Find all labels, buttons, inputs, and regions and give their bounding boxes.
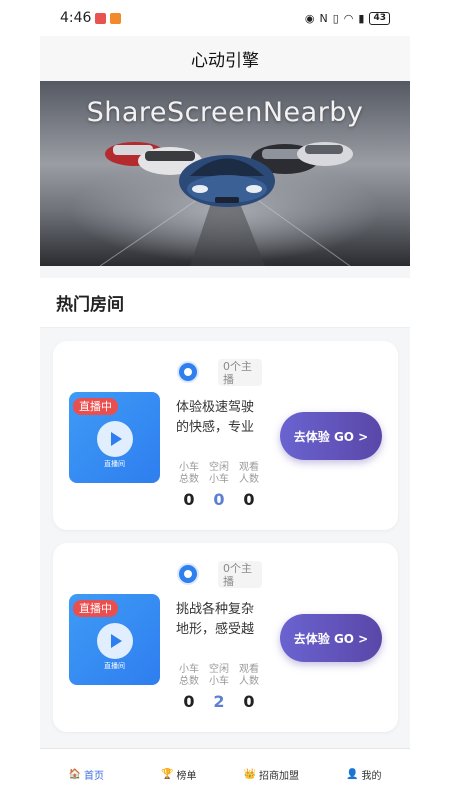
experience-button[interactable]: 去体验 GO > — [280, 614, 382, 662]
thumbnail-label: 直播间 — [104, 662, 125, 670]
room-thumbnail[interactable]: 直播中 直播间 — [69, 594, 160, 685]
trophy-icon: 🏆 — [161, 769, 174, 780]
nfc-icon: N — [319, 11, 328, 25]
home-icon: 🏠 — [68, 769, 81, 780]
battery-icon: 43 — [369, 11, 390, 25]
tab-label: 榜单 — [176, 771, 197, 782]
vibrate-icon: ▯ — [332, 11, 339, 25]
play-icon[interactable] — [97, 421, 133, 457]
stat-label: 空闲小车 — [209, 462, 229, 485]
room-thumbnail[interactable]: 直播中 直播间 — [69, 392, 160, 483]
room-card[interactable]: 直播中 直播间 0个主播 体验极速驾驶的快感，专业 小车总数 0 空闲小车 0 … — [53, 341, 398, 530]
status-time: 4:46 — [60, 10, 92, 26]
room-stats: 小车总数 0 空闲小车 2 观看人数 0 — [176, 664, 262, 711]
room-description: 体验极速驾驶的快感，专业 — [176, 400, 255, 435]
stat-total-cars: 小车总数 0 — [176, 664, 202, 711]
stat-value: 0 — [183, 490, 195, 509]
page-title: 心动引擎 — [191, 51, 259, 71]
stat-label: 空闲小车 — [209, 664, 229, 687]
stat-idle-cars: 空闲小车 0 — [206, 462, 232, 509]
tab-ranking[interactable]: 🏆 榜单 — [133, 749, 226, 800]
room-card[interactable]: 直播中 直播间 0个主播 挑战各种复杂地形，感受越 小车总数 0 空闲小车 2 … — [53, 543, 398, 732]
anchor-avatar-icon — [177, 563, 199, 585]
anchor-avatar-icon — [177, 361, 199, 383]
stat-label: 小车总数 — [179, 664, 199, 687]
stat-idle-cars: 空闲小车 2 — [206, 664, 232, 711]
stat-value: 0 — [243, 490, 255, 509]
anchor-count-tag: 0个主播 — [218, 359, 262, 386]
tab-profile[interactable]: 👤 我的 — [318, 749, 411, 800]
stat-value: 2 — [213, 692, 225, 711]
user-icon: 👤 — [346, 769, 359, 780]
banner-text: ShareScreenNearby — [86, 97, 364, 128]
experience-button[interactable]: 去体验 GO > — [280, 412, 382, 460]
app-notification-icon — [95, 12, 107, 24]
stat-value: 0 — [243, 692, 255, 711]
room-stats: 小车总数 0 空闲小车 0 观看人数 0 — [176, 462, 262, 509]
thumbnail-label: 直播间 — [104, 460, 125, 468]
alert-icon: ▮ — [358, 11, 365, 25]
status-bar: 4:46 ◉ N ▯ ◠ ▮ 43 — [40, 0, 410, 36]
stat-value: 0 — [183, 692, 195, 711]
banner[interactable]: ShareScreenNearby — [40, 81, 410, 266]
stat-viewers: 观看人数 0 — [236, 664, 262, 711]
anchor-count-tag: 0个主播 — [218, 561, 262, 588]
stat-label: 观看人数 — [239, 462, 259, 485]
crown-icon: 👑 — [243, 769, 256, 780]
section-header: 热门房间 — [40, 278, 410, 328]
tab-label: 招商加盟 — [258, 771, 299, 782]
live-badge: 直播中 — [73, 398, 118, 415]
stat-value: 0 — [213, 490, 225, 509]
eye-icon: ◉ — [304, 11, 315, 25]
stat-viewers: 观看人数 0 — [236, 462, 262, 509]
play-icon[interactable] — [97, 623, 133, 659]
tab-label: 首页 — [83, 771, 104, 782]
room-description: 挑战各种复杂地形，感受越 — [176, 602, 255, 637]
stat-label: 小车总数 — [179, 462, 199, 485]
section-title: 热门房间 — [56, 295, 124, 315]
tab-label: 我的 — [361, 771, 382, 782]
live-badge: 直播中 — [73, 600, 118, 617]
stat-total-cars: 小车总数 0 — [176, 462, 202, 509]
app-notification-icon — [110, 12, 122, 24]
wifi-icon: ◠ — [343, 11, 354, 25]
tab-franchise[interactable]: 👑 招商加盟 — [225, 749, 318, 800]
stat-label: 观看人数 — [239, 664, 259, 687]
app-frame: 4:46 ◉ N ▯ ◠ ▮ 43 心动引擎 ShareScreenNearby… — [40, 0, 410, 800]
tab-home[interactable]: 🏠 首页 — [40, 749, 133, 800]
page-title-bar: 心动引擎 — [40, 36, 410, 81]
bottom-tab-bar: 🏠 首页 🏆 榜单 👑 招商加盟 👤 我的 — [40, 748, 410, 800]
